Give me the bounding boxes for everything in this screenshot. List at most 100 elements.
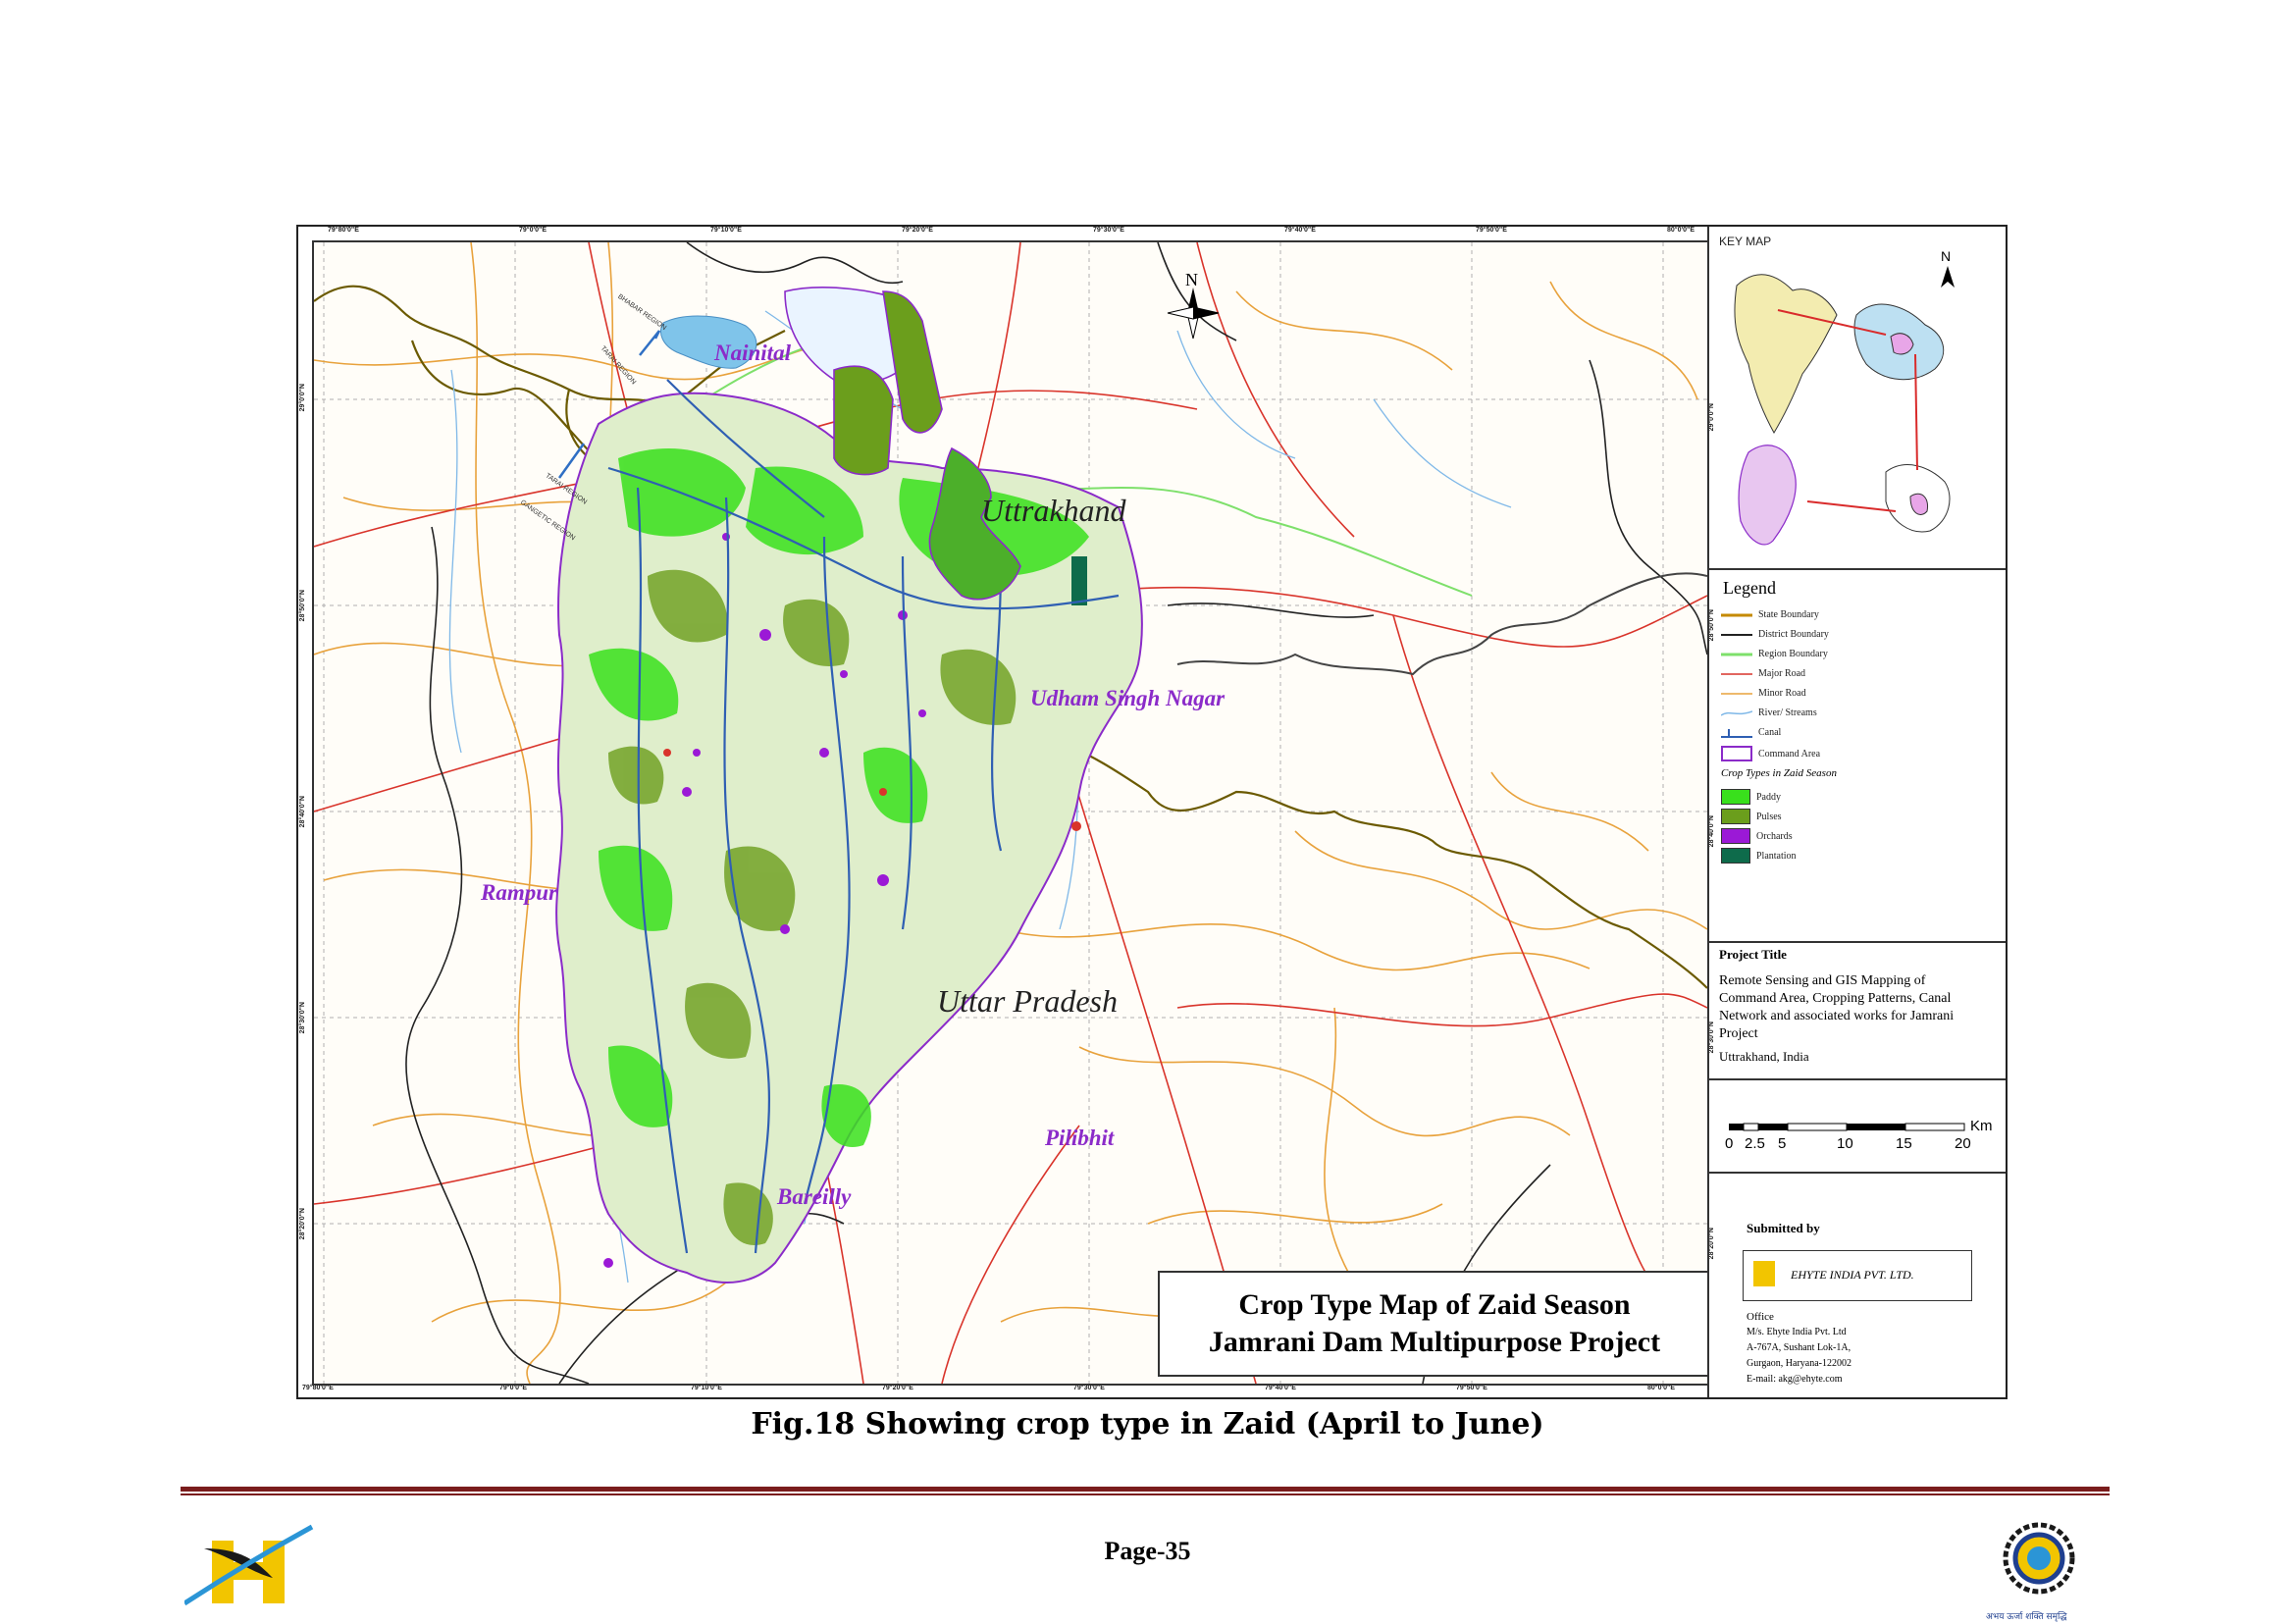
footer-rule (181, 1493, 2110, 1495)
tick-label: 28°30'0"N (299, 1002, 306, 1034)
scale-label: 15 (1896, 1135, 1912, 1152)
emblem-motto: अभय ऊर्जा शक्ति समृद्धि (1986, 1612, 2067, 1622)
tick-label: 79°10'0"E (691, 1385, 722, 1391)
legend-label: Pulses (1756, 811, 1782, 822)
tick-label: 79°50'0"E (1476, 227, 1507, 234)
legend-panel: Legend State Boundary District Boundary … (1709, 568, 2006, 943)
tick-label: 79°0'0"E (519, 227, 548, 234)
india-outline (1734, 274, 1838, 435)
scale-unit: Km (1970, 1118, 1993, 1134)
scale-label: 2.5 (1745, 1135, 1765, 1152)
legend-swatch (1721, 648, 1752, 659)
key-map-graphic (1734, 266, 1955, 546)
project-title-panel: Project Title Remote Sensing and GIS Map… (1709, 941, 2006, 1080)
legend-item-paddy: Paddy (1721, 789, 1781, 805)
map-title-box: Crop Type Map of Zaid Season Jamrani Dam… (1158, 1271, 1707, 1377)
north-arrow (1167, 288, 1220, 340)
tick-label: 79°20'0"E (882, 1385, 913, 1391)
legend-swatch (1721, 828, 1750, 844)
tick-label: 79°80'0"E (328, 227, 359, 234)
legend-label: Orchards (1756, 830, 1793, 842)
project-location: Uttrakhand, India (1719, 1049, 1809, 1064)
legend-item-district-boundary: District Boundary (1721, 627, 1829, 641)
side-panel: KEY MAP N Legend State Boundary District… (1707, 227, 2006, 1397)
legend-swatch (1721, 687, 1752, 699)
legend-label: Canal (1758, 726, 1782, 738)
legend-item-major-road: Major Road (1721, 666, 1805, 680)
map-canvas: Nainital Uttrakhand Udham Singh Nagar Ra… (312, 240, 1709, 1386)
address-line: M/s. Ehyte India Pvt. Ltd (1747, 1327, 1847, 1337)
legend-label: State Boundary (1758, 608, 1819, 620)
emblem-logo (2003, 1522, 2075, 1595)
tick-label: 29°0'0"N (299, 384, 306, 412)
map-title: Crop Type Map of Zaid Season (1238, 1288, 1631, 1321)
map-subtitle: Jamrani Dam Multipurpose Project (1208, 1326, 1661, 1358)
label-uttrakhand: Uttrakhand (981, 493, 1126, 528)
map-figure: 79°80'0"E 79°0'0"E 79°10'0"E 79°20'0"E 7… (296, 225, 2008, 1399)
legend-swatch (1721, 628, 1752, 640)
company-logo-icon (1753, 1261, 1775, 1286)
tick-label: 79°30'0"E (1073, 1385, 1105, 1391)
legend-item-orchards: Orchards (1721, 828, 1793, 844)
legend-swatch (1721, 789, 1750, 805)
label-pilibhit: Pilibhit (1045, 1126, 1115, 1150)
north-label: N (1185, 270, 1198, 289)
state-boundary-north (1176, 572, 1707, 676)
legend-label: Major Road (1758, 667, 1806, 679)
legend-label: Plantation (1756, 850, 1797, 862)
key-map-north-arrow (1941, 266, 1955, 288)
submitted-by-panel: Submitted by EHYTE INDIA PVT. LTD. Offic… (1709, 1172, 2006, 1395)
tick-label: 79°40'0"E (1265, 1385, 1296, 1391)
legend-label: Command Area (1758, 748, 1821, 760)
legend-heading: Legend (1723, 578, 1776, 598)
scale-label: 0 (1725, 1135, 1734, 1152)
crop-types-heading: Crop Types in Zaid Season (1721, 767, 1837, 779)
legend-label: Region Boundary (1758, 648, 1828, 659)
legend-item-state-boundary: State Boundary (1721, 607, 1819, 621)
project-description: Remote Sensing and GIS Mapping of Comman… (1719, 973, 1955, 1041)
legend-swatch (1721, 746, 1752, 761)
tick-label: 79°30'0"E (1093, 227, 1124, 234)
company-logo-box: EHYTE INDIA PVT. LTD. (1743, 1250, 1972, 1301)
legend-item-plantation: Plantation (1721, 848, 1797, 864)
legend-item-canal: Canal (1721, 725, 1781, 739)
tick-label: 28°40'0"N (299, 796, 306, 828)
footer-rule (181, 1487, 2110, 1492)
tick-label: 79°20'0"E (902, 227, 933, 234)
legend-label: District Boundary (1758, 628, 1829, 640)
address-line: A-767A, Sushant Lok-1A, (1747, 1342, 1852, 1353)
tick-label: 80°0'0"E (1647, 1385, 1676, 1391)
tick-label: 79°0'0"E (499, 1385, 528, 1391)
company-name: EHYTE INDIA PVT. LTD. (1791, 1268, 1914, 1282)
legend-swatch (1720, 707, 1753, 718)
scale-label: 20 (1955, 1135, 1971, 1152)
tick-label: 79°10'0"E (710, 227, 742, 234)
tick-label: 80°0'0"E (1667, 227, 1695, 234)
legend-label: Minor Road (1758, 687, 1806, 699)
scale-label: 10 (1837, 1135, 1853, 1152)
office-heading: Office (1747, 1311, 1774, 1323)
tick-label: 79°80'0"E (302, 1385, 334, 1391)
tick-label: 28°20'0"N (299, 1208, 306, 1240)
plantation-area (1071, 556, 1087, 605)
command-area-outline (1738, 445, 1797, 546)
key-map-panel: KEY MAP N (1709, 227, 2006, 570)
address-line: Gurgaon, Haryana-122002 (1747, 1358, 1852, 1369)
scale-label: 5 (1778, 1135, 1787, 1152)
tick-label: 79°50'0"E (1456, 1385, 1487, 1391)
label-bareilly: Bareilly (777, 1184, 852, 1209)
label-rampur: Rampur (481, 880, 557, 905)
legend-swatch (1721, 848, 1750, 864)
label-uttar-pradesh: Uttar Pradesh (937, 983, 1118, 1019)
legend-label: Paddy (1756, 791, 1781, 803)
legend-item-region-boundary: Region Boundary (1721, 647, 1828, 660)
tick-label: 79°40'0"E (1284, 227, 1316, 234)
legend-label: River/ Streams (1758, 707, 1817, 718)
map-graphic (314, 242, 1707, 1384)
submitted-heading: Submitted by (1747, 1221, 1820, 1235)
scale-bar-panel: Km 0 2.5 5 10 15 20 (1709, 1078, 2006, 1174)
address-line: E-mail: akg@ehyte.com (1747, 1374, 1843, 1385)
legend-swatch (1721, 809, 1750, 824)
legend-item-pulses: Pulses (1721, 809, 1782, 824)
legend-item-minor-road: Minor Road (1721, 686, 1806, 700)
